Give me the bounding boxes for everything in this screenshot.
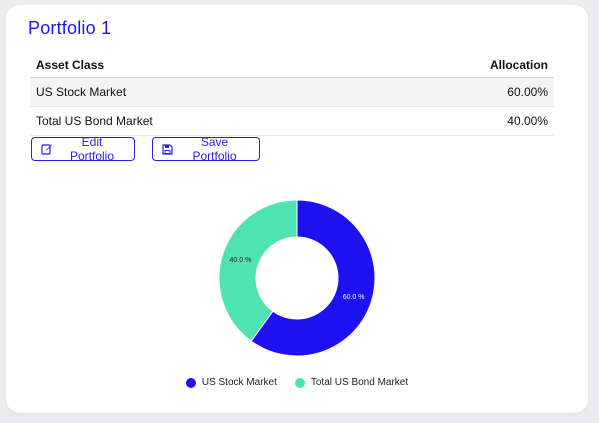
legend-item-stock[interactable]: US Stock Market xyxy=(185,377,277,388)
chart-legend: US Stock Market Total US Bond Market xyxy=(6,377,588,388)
donut-slice-label-1: 40.0 % xyxy=(230,257,252,264)
legend-label-stock: US Stock Market xyxy=(201,377,277,388)
allocation-donut-chart: 60.0 % 40.0 % xyxy=(218,199,376,357)
legend-dot-bond xyxy=(294,377,305,388)
legend-label-bond: Total US Bond Market xyxy=(310,377,409,388)
legend-item-bond[interactable]: Total US Bond Market xyxy=(294,377,409,388)
donut-slice-label-0: 60.0 % xyxy=(343,294,365,301)
legend-dot-stock xyxy=(185,377,196,388)
portfolio-card: Portfolio 1 Asset Class Allocation US St… xyxy=(6,5,588,413)
